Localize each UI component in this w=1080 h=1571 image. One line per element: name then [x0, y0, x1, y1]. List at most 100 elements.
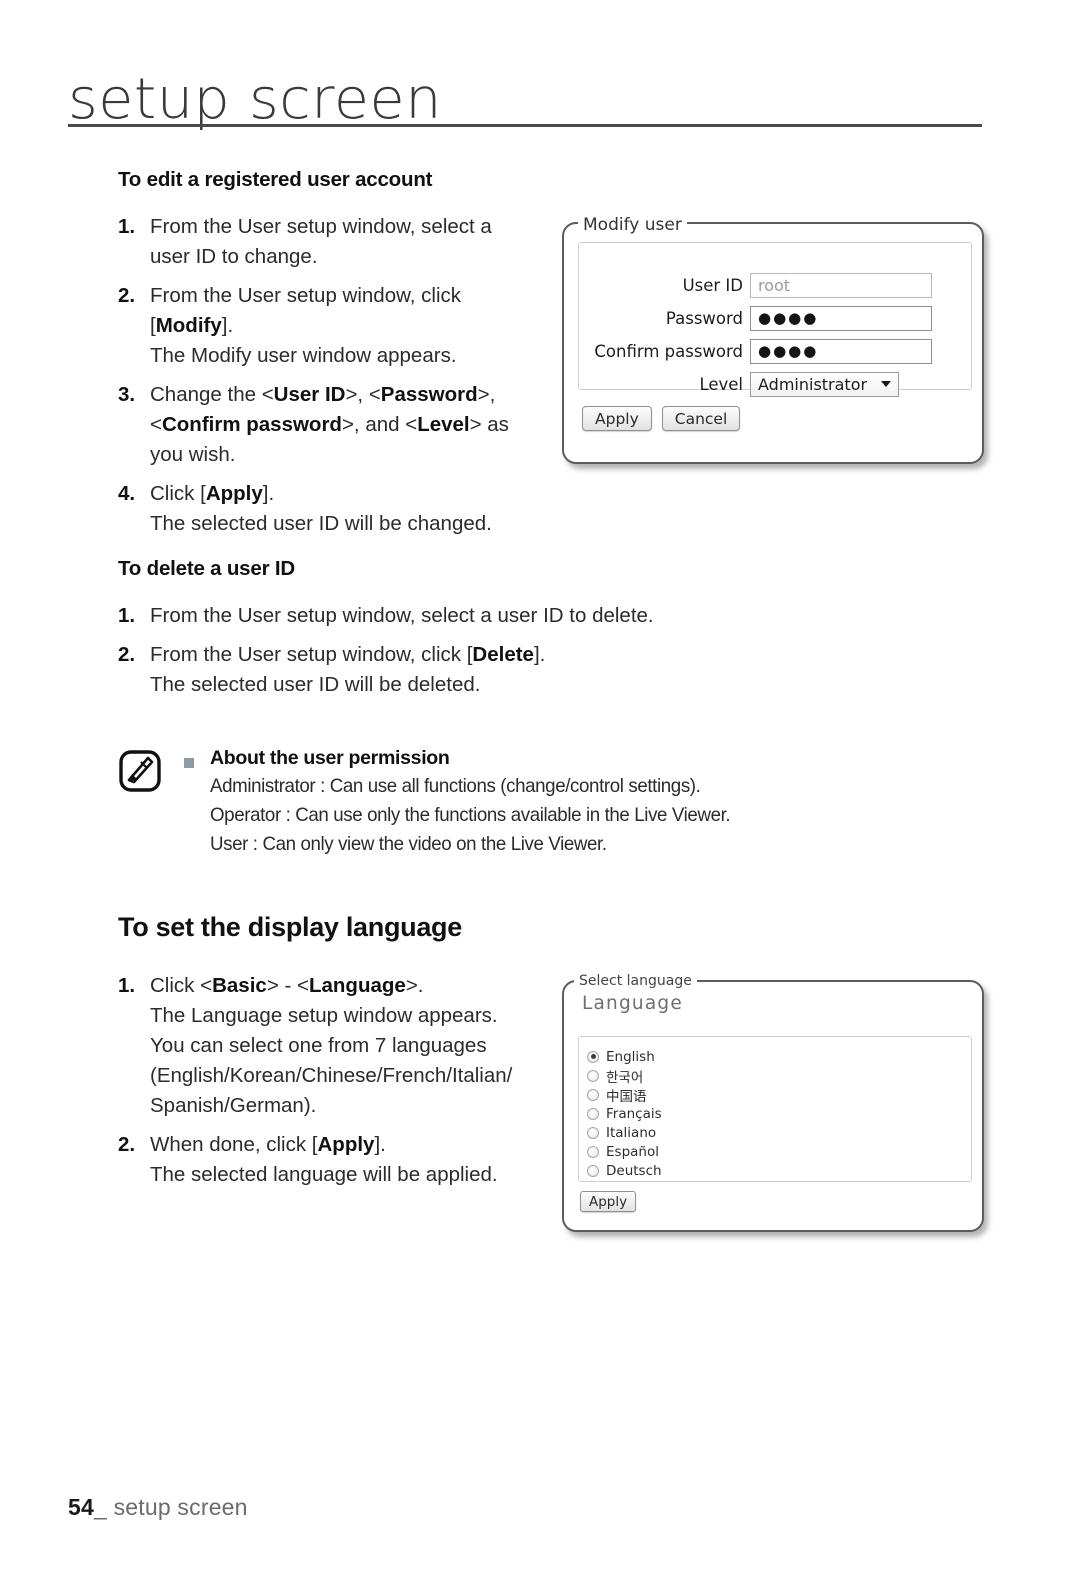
note-pencil-icon — [118, 749, 162, 793]
body-text: Change the < — [150, 383, 274, 406]
step-line: <Confirm password>, and <Level> as — [150, 410, 538, 440]
emphasis-text: Apply — [205, 482, 263, 505]
step-item: 2. From the User setup window, click [Del… — [118, 640, 758, 700]
emphasis-text: Apply — [317, 1133, 375, 1156]
confirm-password-label: Confirm password — [594, 341, 743, 361]
step-number: 1. — [118, 974, 136, 997]
body-text: When done, click [ — [150, 1133, 318, 1156]
step-line: You can select one from 7 languages — [150, 1031, 538, 1061]
emphasis-text: User ID — [273, 383, 346, 406]
language-button-row: Apply — [580, 1191, 637, 1212]
step-line: Click <Basic> - <Language>. — [150, 971, 538, 1001]
body-text: The selected user ID will be deleted. — [150, 673, 481, 696]
step-number: 2. — [118, 1133, 136, 1156]
body-text: >. — [405, 974, 424, 997]
body-text: You can select one from 7 languages — [150, 1034, 487, 1057]
radio-selected-icon[interactable] — [587, 1050, 599, 1063]
body-text: > - < — [266, 974, 309, 997]
step-line: user ID to change. — [150, 242, 538, 272]
step-number: 4. — [118, 482, 136, 505]
note-block: About the user permission Administrator … — [110, 747, 910, 859]
language-radio-option[interactable]: Español — [587, 1142, 979, 1161]
body-text: Click < — [150, 974, 213, 997]
step-line: (English/Korean/Chinese/French/Italian/ — [150, 1061, 538, 1091]
language-radio-option[interactable]: Français — [587, 1104, 979, 1123]
body-text: The selected user ID will be changed. — [150, 512, 492, 535]
language-option-label: Deutsch — [606, 1162, 662, 1179]
language-option-label: Italiano — [606, 1124, 657, 1141]
radio-unselected-icon[interactable] — [587, 1069, 599, 1082]
level-select[interactable]: Administrator — [750, 371, 900, 397]
language-dialog-title: Language — [582, 993, 683, 1014]
step-line: The selected user ID will be changed. — [150, 509, 538, 539]
note-line: Operator : Can use only the functions av… — [210, 804, 731, 826]
language-radio-option[interactable]: 中国语 — [587, 1085, 979, 1105]
user-id-input[interactable]: root — [750, 272, 932, 298]
step-item: 1. From the User setup window, select a us… — [118, 212, 538, 272]
body-text: > as — [469, 413, 509, 436]
language-option-label: Français — [606, 1105, 662, 1122]
body-text: From the User setup window, click [ — [150, 643, 473, 666]
body-text: Spanish/German). — [150, 1094, 317, 1117]
radio-unselected-icon[interactable] — [587, 1088, 599, 1101]
steps-edit-account: 1. From the User setup window, select a us… — [118, 212, 538, 539]
emphasis-text: Modify — [155, 314, 222, 337]
emphasis-text: Delete — [472, 643, 534, 666]
modify-user-dialog[interactable]: Modify user User ID root Password ●●●● C… — [562, 215, 984, 464]
modify-apply-button[interactable]: Apply — [582, 406, 652, 431]
step-line: From the User setup window, select a — [150, 212, 538, 242]
body-text: From the User setup window, select a — [150, 215, 492, 238]
language-option-label: Español — [606, 1143, 659, 1160]
confirm-password-masked-value: ●●●● — [758, 342, 819, 360]
language-dialog[interactable]: Language English 한국어 中国语 Français Italiano Es… — [562, 973, 984, 1232]
step-line: When done, click [Apply]. — [150, 1130, 538, 1160]
step-number: 2. — [118, 643, 136, 666]
step-number: 3. — [118, 383, 136, 406]
radio-unselected-icon[interactable] — [587, 1107, 599, 1120]
modify-cancel-button[interactable]: Cancel — [661, 406, 741, 431]
step-number: 1. — [118, 604, 136, 627]
step-line: you wish. — [150, 440, 538, 470]
step-item: 4. Click [Apply]. The selected user ID wil… — [118, 479, 538, 539]
step-line: The selected user ID will be deleted. — [150, 670, 758, 700]
body-text: ]. — [374, 1133, 386, 1156]
note-bullet-icon — [184, 758, 194, 768]
step-line: The Modify user window appears. — [150, 341, 538, 371]
steps-delete-user: 1. From the User setup window, select a u… — [118, 601, 758, 700]
body-text: (English/Korean/Chinese/French/Italian/ — [150, 1064, 513, 1087]
body-text: user ID to change. — [150, 245, 318, 268]
language-radio-option[interactable]: 한국어 — [587, 1066, 979, 1086]
password-masked-value: ●●●● — [758, 309, 819, 327]
step-line: From the User setup window, click — [150, 281, 538, 311]
body-text: >, < — [345, 383, 381, 406]
confirm-password-input[interactable]: ●●●● — [750, 338, 932, 364]
field-row-confirm-password: Confirm password ●●●● — [564, 338, 982, 364]
page-footer: 54_ setup screen — [68, 1494, 248, 1521]
language-apply-button[interactable]: Apply — [580, 1191, 637, 1212]
page-header: setup screen — [0, 0, 1080, 140]
header-divider — [68, 124, 982, 127]
step-line: From the User setup window, select a use… — [150, 601, 758, 631]
radio-unselected-icon[interactable] — [587, 1145, 599, 1158]
radio-unselected-icon[interactable] — [587, 1126, 599, 1139]
section-heading-display-language: To set the display language — [118, 912, 462, 942]
language-radio-option[interactable]: Deutsch — [587, 1161, 979, 1180]
body-text: you wish. — [150, 443, 236, 466]
language-radio-option[interactable]: Italiano — [587, 1123, 979, 1142]
step-item: 1. Click <Basic> - <Language>. The Languag… — [118, 971, 538, 1121]
step-line: [Modify]. — [150, 311, 538, 341]
password-input[interactable]: ●●●● — [750, 305, 932, 331]
note-title: About the user permission — [210, 747, 450, 769]
level-selected-value: Administrator — [758, 374, 868, 394]
step-line: Spanish/German). — [150, 1091, 538, 1121]
note-lines: Administrator : Can use all functions (c… — [210, 772, 910, 859]
radio-unselected-icon[interactable] — [587, 1164, 599, 1177]
language-option-label: 한국어 — [606, 1069, 644, 1086]
body-text: < — [150, 413, 162, 436]
modify-user-button-row: Apply Cancel — [582, 406, 741, 431]
step-item: 1. From the User setup window, select a u… — [118, 601, 758, 631]
step-item: 2. When done, click [Apply]. The selected … — [118, 1130, 538, 1190]
language-radio-option[interactable]: English — [587, 1047, 979, 1066]
body-text: From the User setup window, select a use… — [150, 604, 654, 627]
emphasis-text: Level — [417, 413, 470, 436]
